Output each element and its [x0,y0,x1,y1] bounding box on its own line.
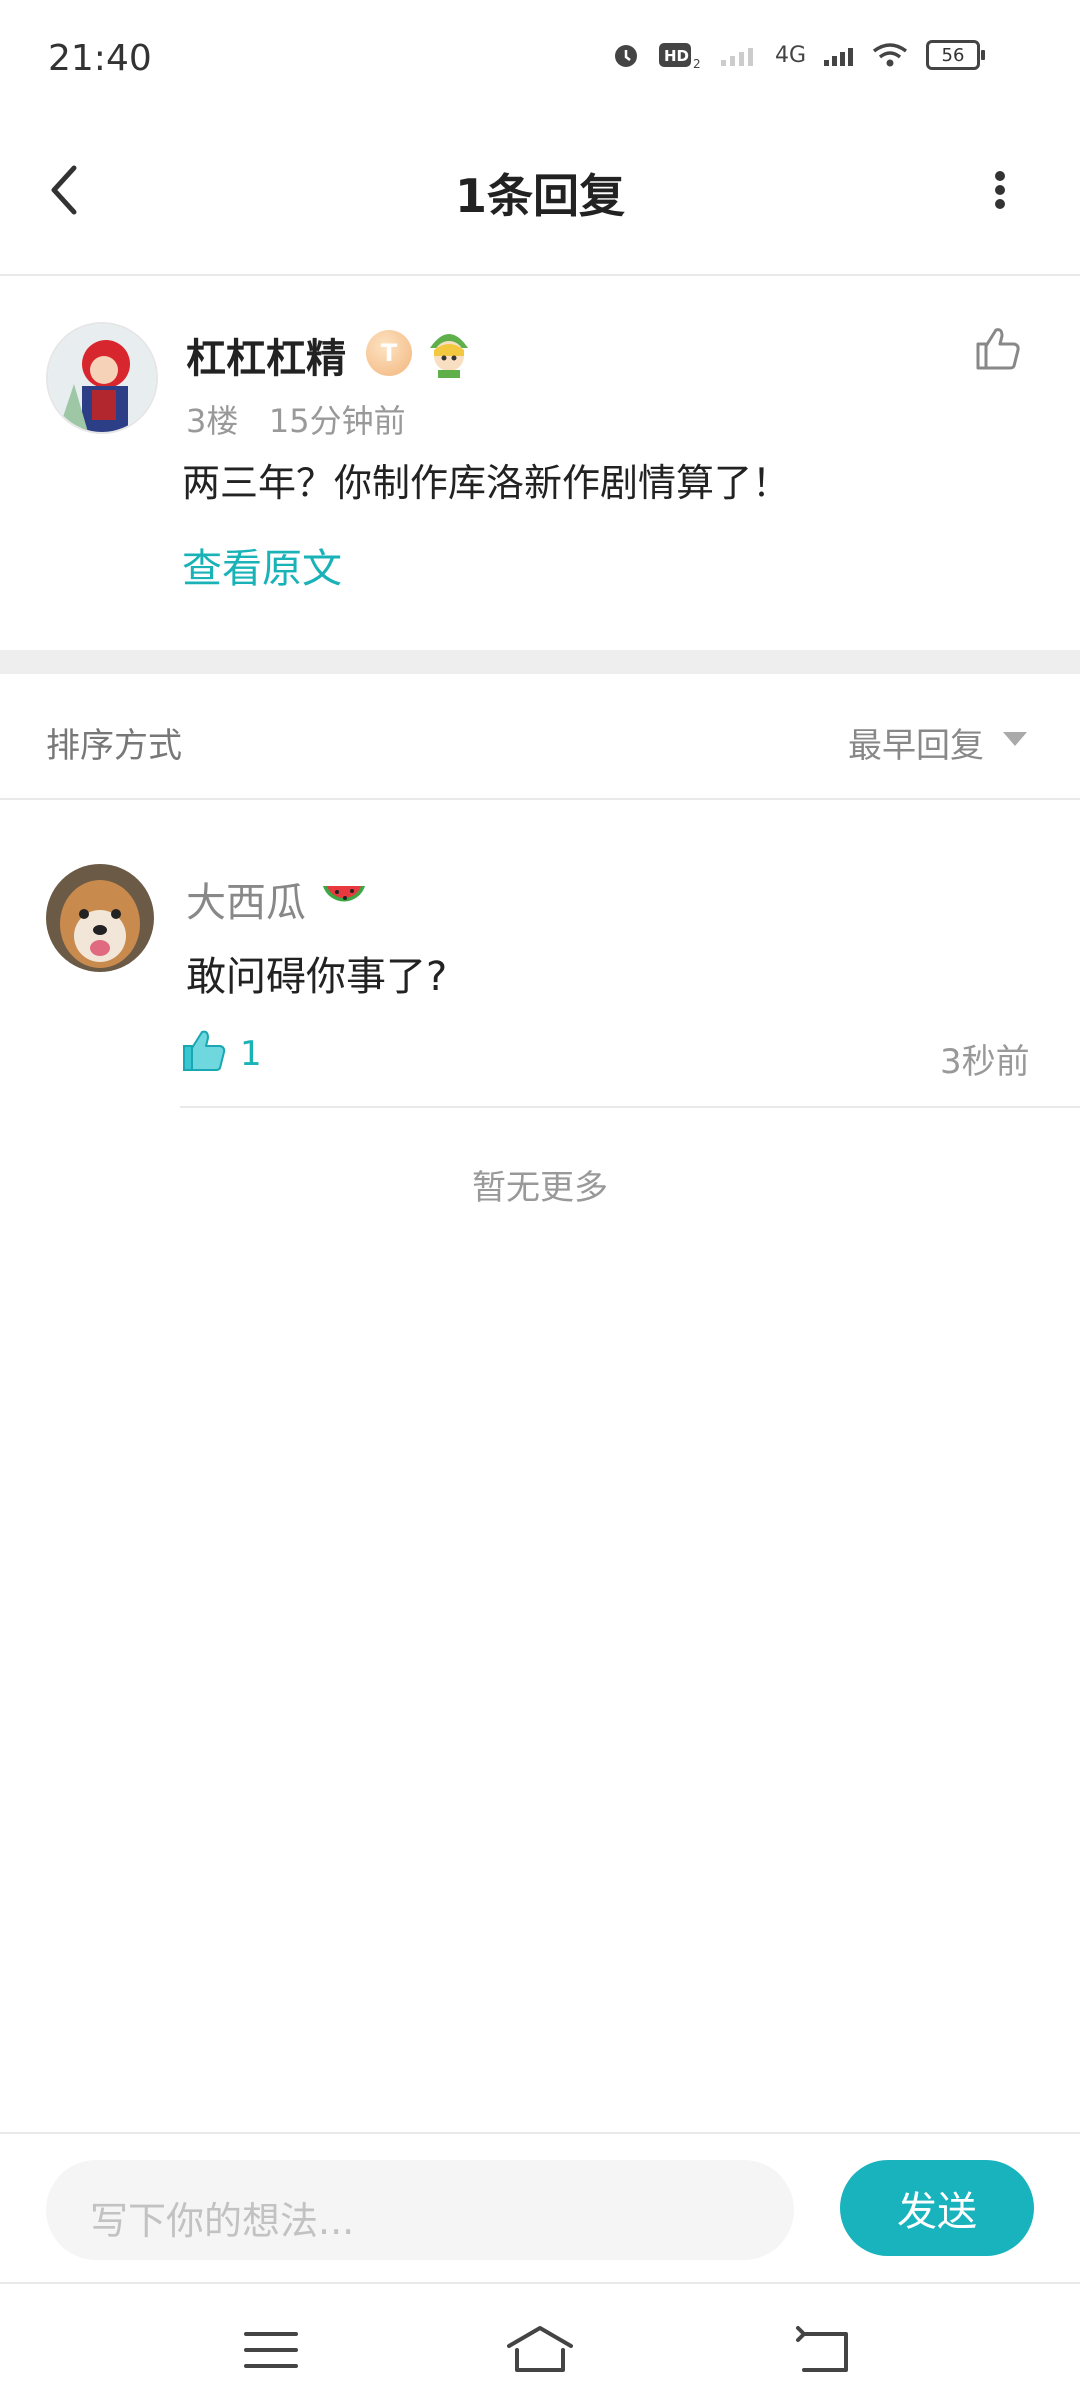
svg-text:HD: HD [664,47,689,65]
comment-content: 两三年？你制作库洛新作剧情算了！ [182,461,791,505]
level-badge: T [366,330,412,376]
hd-icon: HD 2 [658,43,701,70]
reply-time: 3秒前 [940,1042,1030,1082]
sort-divider [0,798,1080,800]
like-count: 1 [240,1034,262,1074]
signal-icon [824,48,853,66]
user-avatar-image [48,324,156,432]
chevron-down-icon[interactable] [1003,732,1027,746]
sort-label: 排序方式 [46,726,182,766]
home-icon[interactable] [505,2320,575,2380]
more-options-button[interactable] [980,160,1020,220]
reply-divider [180,1106,1080,1108]
reply-username-text: 大西瓜 [186,880,306,926]
pet-badge-icon [430,334,468,378]
menu-icon[interactable] [236,2320,306,2380]
dog-avatar-image [46,864,154,972]
navbar-divider [0,2282,1080,2284]
back-nav-icon[interactable] [790,2320,860,2380]
no-more-text: 暂无更多 [472,1168,608,1208]
like-icon[interactable] [974,324,1022,372]
avatar[interactable] [46,322,158,434]
composer-divider [0,2132,1080,2134]
page-title: 1条回复 [454,169,625,223]
comment-input-placeholder: 写下你的想法... [90,2199,355,2243]
alarm-icon [614,45,637,67]
send-button[interactable]: 发送 [840,2160,1034,2256]
comment-time: 15分钟前 [268,402,406,440]
comment-username[interactable]: 杠杠杠精 [186,326,346,384]
status-icons: HD 2 4G 56 [611,40,985,70]
section-divider [0,650,1080,674]
status-time: 21:40 [48,38,152,79]
watermelon-icon [322,886,365,902]
header-divider [0,274,1080,276]
liked-icon[interactable] [180,1026,228,1074]
battery-icon: 56 [926,40,985,70]
floor-number: 3楼 [186,402,239,440]
sort-dropdown[interactable]: 最早回复 [848,718,984,767]
reply-content: 敢问碍你事了? [186,954,448,1000]
comment-meta: 3楼 15分钟前 [186,396,406,442]
view-original-link[interactable]: 查看原文 [182,536,342,594]
reply-username[interactable]: 大西瓜 [186,870,369,928]
network-type: 4G [774,42,806,68]
wifi-icon [872,43,908,67]
signal-weak-icon [720,48,753,66]
reply-avatar[interactable] [46,864,154,972]
svg-text:2: 2 [693,57,701,70]
